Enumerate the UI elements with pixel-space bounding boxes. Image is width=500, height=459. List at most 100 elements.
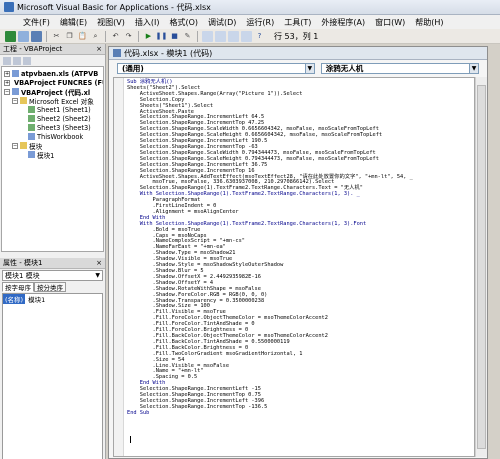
code-window-titlebar: 代码.xlsx - 模块1 (代码) (109, 47, 487, 60)
expand-toggle-icon[interactable]: + (4, 70, 10, 77)
vertical-scrollbar[interactable] (475, 77, 487, 457)
tree-node-label: atpvbaen.xls (ATPVB (21, 69, 99, 78)
sheet-icon (28, 115, 35, 122)
project-explorer-icon[interactable] (202, 30, 213, 42)
standard-toolbar: ✂ ❐ 📋 ⌕ ↶ ↷ ▶ ❚❚ ■ ✎ ? 行 53，列 1 (0, 29, 500, 44)
menu-item[interactable]: 调试(D) (203, 17, 241, 28)
expand-toggle-icon[interactable]: − (12, 97, 18, 104)
menu-bar: 文件(F) 编辑(E) 视图(V) 插入(I) 格式(O) 调试(D) 运行(R) 工具(T)… (0, 15, 500, 29)
object-selector[interactable]: (通用) ▼ (117, 62, 315, 74)
insert-module-icon[interactable] (18, 30, 29, 42)
tree-node[interactable]: − Microsoft Excel 对象 (2, 96, 103, 106)
menu-item[interactable]: 工具(T) (279, 17, 316, 28)
tree-node-label: Microsoft Excel 对象 (29, 97, 94, 106)
project-explorer-toolbar (0, 55, 105, 66)
view-code-icon[interactable] (3, 56, 11, 65)
folder-icon (20, 142, 27, 149)
project-explorer-header: 工程 - VBAProject × (0, 44, 105, 55)
title-bar: Microsoft Visual Basic for Applications … (0, 0, 500, 15)
property-row-name[interactable]: (名称) 模块1 (3, 293, 102, 304)
tree-node[interactable]: 模块1 (2, 150, 103, 160)
vba-project-icon (12, 88, 19, 95)
tree-node[interactable]: Sheet1 (Sheet1) (2, 105, 103, 114)
properties-header: 属性 - 模块1 × (0, 258, 105, 269)
sheet-icon (28, 106, 35, 113)
text-caret (130, 436, 131, 443)
menu-item[interactable]: 插入(I) (130, 17, 165, 28)
code-line[interactable]: End Sub (127, 410, 413, 417)
tree-node[interactable]: Sheet2 (Sheet2) (2, 114, 103, 123)
toolbar-separator (197, 30, 198, 42)
copy-icon[interactable]: ❐ (64, 31, 75, 42)
break-icon[interactable]: ❚❚ (156, 31, 168, 42)
menu-item[interactable]: 文件(F) (18, 17, 55, 28)
run-icon[interactable]: ▶ (143, 31, 154, 42)
menu-item[interactable]: 窗口(W) (370, 17, 410, 28)
toolbar-separator (46, 30, 47, 42)
chevron-down-icon[interactable]: ▼ (304, 63, 314, 73)
close-icon[interactable]: × (96, 259, 102, 267)
reset-icon[interactable]: ■ (169, 31, 180, 42)
tree-node-label: Sheet3 (Sheet3) (37, 123, 91, 132)
toolbox-icon[interactable] (241, 30, 252, 42)
help-icon[interactable]: ? (254, 31, 265, 42)
property-key: (名称) (3, 293, 26, 304)
properties-object-combo[interactable]: 模块1 模块 ▼ (2, 270, 103, 281)
folder-icon (20, 97, 27, 104)
cut-icon[interactable]: ✂ (51, 31, 62, 42)
redo-icon[interactable]: ↷ (123, 31, 134, 42)
line-column-indicator: 行 53，列 1 (274, 31, 319, 41)
tree-node[interactable]: ThisWorkbook (2, 132, 103, 141)
chevron-down-icon[interactable]: ▼ (95, 272, 102, 279)
project-tree: + atpvbaen.xls (ATPVB + VBAProject FUNCRES (… (1, 66, 104, 252)
expand-toggle-icon[interactable]: − (4, 88, 10, 95)
view-excel-icon[interactable] (5, 30, 16, 42)
toolbar-separator (105, 30, 106, 42)
menu-item[interactable]: 外接程序(A) (316, 17, 370, 28)
code-text[interactable]: Sub 涂鸦无人机() Sheets("Sheet2").Select Activ… (127, 79, 413, 417)
menu-item[interactable]: 视图(V) (92, 17, 130, 28)
menu-item[interactable]: 运行(R) (241, 17, 279, 28)
properties-title: 属性 - 模块1 (3, 259, 43, 267)
paste-icon[interactable]: 📋 (77, 31, 88, 42)
property-value[interactable]: 模块1 (25, 294, 45, 304)
view-object-icon[interactable] (13, 56, 21, 65)
tree-node-label: ThisWorkbook (37, 132, 84, 141)
menu-item[interactable]: 帮助(H) (410, 17, 448, 28)
tree-node-label: FUNCRES (FUNCRES (57, 78, 103, 87)
properties-icon[interactable] (215, 30, 226, 42)
design-mode-icon[interactable]: ✎ (182, 31, 193, 42)
tree-node-label: 模块1 (37, 151, 55, 160)
tree-node[interactable]: + atpvbaen.xls (ATPVB (2, 69, 103, 78)
toggle-folders-icon[interactable] (23, 56, 31, 65)
menu-item[interactable]: 编辑(E) (55, 17, 92, 28)
find-icon[interactable]: ⌕ (90, 31, 101, 42)
tree-node[interactable]: Sheet3 (Sheet3) (2, 123, 103, 132)
tab-alphabetic[interactable]: 按字母序 (2, 282, 34, 292)
tree-node-label: Sheet1 (Sheet1) (37, 105, 91, 114)
code-window: 代码.xlsx - 模块1 (代码) (通用) ▼ 涂鸦无人机 ▼ Sub 涂鸦… (108, 46, 488, 459)
save-icon[interactable] (31, 30, 42, 42)
vba-app-icon (4, 2, 14, 12)
expand-toggle-icon[interactable]: − (12, 142, 18, 149)
toolbar-separator (138, 30, 139, 42)
tab-categorized[interactable]: 按分类序 (34, 282, 66, 292)
code-editor[interactable]: Sub 涂鸦无人机() Sheets("Sheet2").Select Activ… (113, 77, 475, 457)
vba-project-icon (12, 70, 19, 77)
chevron-down-icon[interactable]: ▼ (469, 63, 478, 73)
procedure-selector[interactable]: 涂鸦无人机 ▼ (320, 62, 479, 74)
procedure-selector-value: 涂鸦无人机 (325, 63, 364, 73)
close-icon[interactable]: × (96, 45, 102, 53)
properties-grid: (名称) 模块1 (2, 293, 103, 459)
object-selector-value: (通用) (122, 63, 144, 73)
tree-node-prefix: VBAProject (14, 78, 56, 87)
object-browser-icon[interactable] (228, 30, 239, 42)
code-gutter[interactable] (114, 78, 124, 456)
expand-toggle-icon[interactable]: + (4, 79, 10, 86)
scrollbar-thumb[interactable] (477, 85, 486, 449)
tree-node-label: Sheet2 (Sheet2) (37, 114, 91, 123)
menu-item[interactable]: 格式(O) (164, 17, 203, 28)
undo-icon[interactable]: ↶ (110, 31, 121, 42)
code-selectors: (通用) ▼ 涂鸦无人机 ▼ (109, 60, 487, 74)
window-title: Microsoft Visual Basic for Applications … (17, 2, 211, 12)
